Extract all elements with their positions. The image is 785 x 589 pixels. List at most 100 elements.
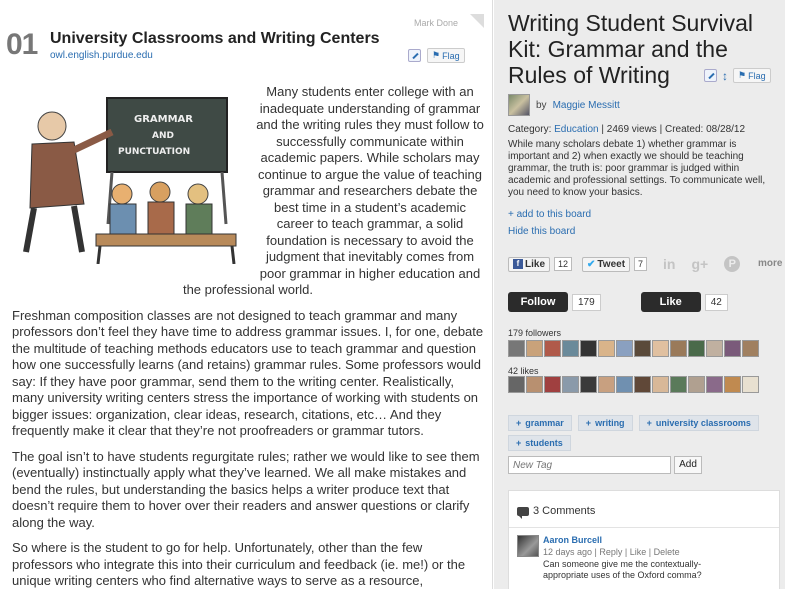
add-tag-button[interactable]: Add xyxy=(674,456,702,474)
card-number: 01 xyxy=(6,28,38,61)
follower-avatar[interactable] xyxy=(562,340,579,357)
tag-writing[interactable]: + writing xyxy=(577,415,633,431)
liker-avatar[interactable] xyxy=(544,376,561,393)
author-link[interactable]: Maggie Messitt xyxy=(553,100,620,111)
commenter-avatar[interactable] xyxy=(517,535,539,557)
article-card: 01 University Classrooms and Writing Cen… xyxy=(0,0,493,589)
views-count: 2469 views xyxy=(606,124,657,135)
comment-meta[interactable]: 12 days ago | Reply | Like | Delete xyxy=(543,547,680,557)
board-sidebar: Writing Student Survival Kit: Grammar an… xyxy=(494,0,785,589)
facebook-like-label: Like xyxy=(525,258,546,270)
follower-avatar[interactable] xyxy=(526,340,543,357)
liker-avatar[interactable] xyxy=(688,376,705,393)
plus-icon: + xyxy=(516,418,522,428)
comment-text: Can someone give me the contextually-app… xyxy=(543,559,702,580)
liker-avatar[interactable] xyxy=(616,376,633,393)
flag-icon: ⚑ xyxy=(432,50,441,60)
follower-avatar[interactable] xyxy=(580,340,597,357)
liker-avatar[interactable] xyxy=(670,376,687,393)
board-line-3: PUNCTUATION xyxy=(118,147,190,157)
tag-grammar[interactable]: + grammar xyxy=(508,415,572,431)
mark-done-button[interactable]: Mark Done xyxy=(414,18,458,28)
flag-icon: ⚑ xyxy=(738,70,747,80)
reorder-icon[interactable]: ↕ xyxy=(722,69,728,83)
liker-avatar[interactable] xyxy=(724,376,741,393)
liker-avatar[interactable] xyxy=(526,376,543,393)
hide-board-link[interactable]: Hide this board xyxy=(508,226,575,237)
liker-avatar[interactable] xyxy=(508,376,525,393)
follow-count: 179 xyxy=(572,293,601,311)
board-flag-button[interactable]: ⚑ Flag xyxy=(733,68,771,83)
follower-avatar[interactable] xyxy=(724,340,741,357)
paragraph-3: The goal isn’t to have students regurgit… xyxy=(12,448,480,530)
liker-avatar[interactable] xyxy=(598,376,615,393)
author-avatar[interactable] xyxy=(508,94,530,116)
liker-avatar[interactable] xyxy=(580,376,597,393)
follower-avatar[interactable] xyxy=(508,340,525,357)
followers-avatars xyxy=(508,340,759,357)
pinterest-icon[interactable]: P xyxy=(724,256,741,272)
share-bar: f Like 12 ✔ Tweet 7 in g+ P xyxy=(508,256,741,272)
like-count: 42 xyxy=(704,293,728,311)
likes-label: 42 likes xyxy=(508,366,539,376)
plus-icon: + xyxy=(585,418,592,428)
board-description: While many scholars debate 1) whether gr… xyxy=(508,139,766,198)
tag-list: + grammar + writing + university classrooms… xyxy=(508,415,778,451)
likes-avatars xyxy=(508,376,759,393)
flag-label: Flag xyxy=(748,70,766,81)
linkedin-icon[interactable]: in xyxy=(663,256,675,272)
tag-university-classrooms[interactable]: + university classrooms xyxy=(638,415,759,431)
flag-label: Flag xyxy=(442,50,460,61)
comments-panel: 3 Comments Aaron Burcell 12 days ago | R… xyxy=(508,490,780,589)
liker-avatar[interactable] xyxy=(562,376,579,393)
followers-label: 179 followers xyxy=(508,328,562,338)
follower-avatar[interactable] xyxy=(544,340,561,357)
liker-avatar[interactable] xyxy=(742,376,759,393)
facebook-icon: f xyxy=(513,259,523,269)
liker-avatar[interactable] xyxy=(706,376,723,393)
tweet-count: 7 xyxy=(634,257,648,271)
paragraph-2: Freshman composition classes are not des… xyxy=(12,307,484,439)
more-share-link[interactable]: more xyxy=(758,258,782,269)
facebook-like-button[interactable]: f Like xyxy=(508,256,551,272)
fold-corner-icon[interactable] xyxy=(470,14,484,28)
add-to-board-link[interactable]: + add to this board xyxy=(508,209,591,220)
commenter-name[interactable]: Aaron Burcell xyxy=(543,535,602,545)
comments-title: 3 Comments xyxy=(533,505,596,517)
created-date: Created: 08/28/12 xyxy=(664,124,746,135)
flag-button[interactable]: ⚑ Flag xyxy=(427,48,465,63)
follow-like-row: Follow 179 Like 42 xyxy=(508,292,728,312)
edit-icon[interactable] xyxy=(704,69,717,82)
grammar-illustration: GRAMMAR AND PUNCTUATION xyxy=(12,84,244,264)
follow-button[interactable]: Follow xyxy=(508,292,568,312)
source-link[interactable]: owl.english.purdue.edu xyxy=(50,50,153,61)
category-link[interactable]: Education xyxy=(554,124,598,135)
edit-icon[interactable] xyxy=(408,49,421,62)
tweet-button[interactable]: ✔ Tweet xyxy=(582,256,631,272)
tag-students[interactable]: + students xyxy=(508,435,571,451)
plus-icon: + xyxy=(516,438,522,448)
follower-avatar[interactable] xyxy=(688,340,705,357)
category-label: Category: xyxy=(508,124,552,135)
board-line-1: GRAMMAR xyxy=(134,114,193,125)
google-plus-icon[interactable]: g+ xyxy=(692,256,709,272)
follower-avatar[interactable] xyxy=(616,340,633,357)
card-title[interactable]: University Classrooms and Writing Center… xyxy=(50,30,380,48)
plus-icon: + xyxy=(646,418,652,428)
comments-header: 3 Comments xyxy=(517,505,596,519)
follower-avatar[interactable] xyxy=(634,340,651,357)
card-tools: ⚑ Flag xyxy=(408,48,465,63)
follower-avatar[interactable] xyxy=(670,340,687,357)
like-button[interactable]: Like xyxy=(640,292,701,312)
board-tools: ↕ ⚑ Flag xyxy=(704,68,771,83)
follower-avatar[interactable] xyxy=(706,340,723,357)
tweet-label: Tweet xyxy=(597,258,626,270)
paragraph-4: So where is the student to go for help. … xyxy=(12,540,466,588)
follower-avatar[interactable] xyxy=(652,340,669,357)
liker-avatar[interactable] xyxy=(634,376,651,393)
follower-avatar[interactable] xyxy=(742,340,759,357)
liker-avatar[interactable] xyxy=(652,376,669,393)
new-tag-input[interactable] xyxy=(508,456,671,474)
follower-avatar[interactable] xyxy=(598,340,615,357)
board-line-2: AND xyxy=(152,131,174,141)
